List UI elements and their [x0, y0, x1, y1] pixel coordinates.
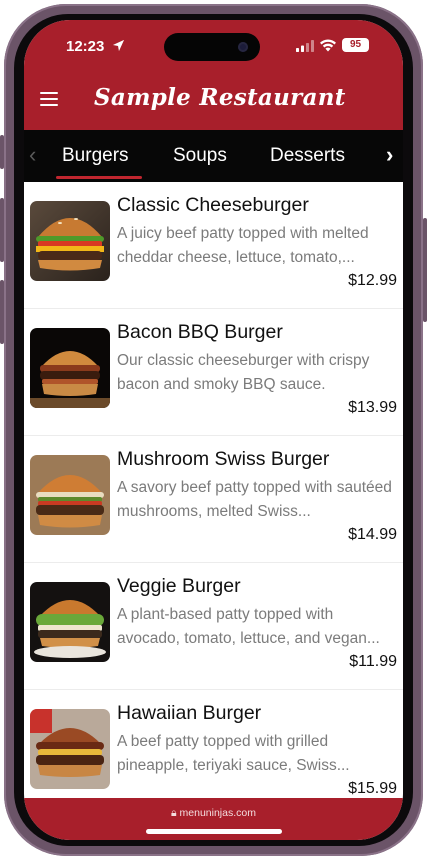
restaurant-title: Sample Restaurant: [94, 84, 346, 111]
burger-photo: [30, 455, 110, 535]
item-description: A juicy beef patty topped with melted ch…: [117, 225, 369, 266]
item-price: $12.99: [348, 272, 397, 289]
active-tab-indicator: [56, 176, 142, 179]
browser-url-bar: 🔒︎ menuninjas.com: [24, 798, 403, 840]
url-text: menuninjas.com: [179, 807, 256, 819]
lock-icon: 🔒︎: [171, 807, 177, 819]
app-header: 12:23 95 Sample Restaurant: [24, 20, 403, 130]
home-indicator[interactable]: [146, 829, 282, 834]
hamburger-menu-icon[interactable]: [40, 92, 58, 106]
item-price: $11.99: [349, 653, 397, 670]
item-name: Mushroom Swiss Burger: [117, 448, 330, 470]
tab-burgers[interactable]: Burgers: [62, 145, 129, 167]
menu-item[interactable]: Veggie Burger A plant-based patty topped…: [24, 563, 403, 690]
camera-icon: [238, 42, 248, 52]
dynamic-island: [164, 33, 260, 61]
item-description: A savory beef patty topped with sautéed …: [117, 479, 392, 520]
status-time: 12:23: [66, 38, 105, 55]
menu-item[interactable]: Bacon BBQ Burger Our classic cheeseburge…: [24, 309, 403, 436]
item-price: $13.99: [348, 399, 397, 416]
burger-photo: [30, 709, 110, 789]
item-name: Hawaiian Burger: [117, 702, 262, 724]
burger-photo: [30, 582, 110, 662]
item-description: Our classic cheeseburger with crispy bac…: [117, 352, 370, 393]
cellular-signal-icon: [296, 40, 314, 52]
phone-side-button: [0, 198, 4, 262]
item-description: A plant-based patty topped with avocado,…: [117, 606, 380, 647]
menu-item[interactable]: Mushroom Swiss Burger A savory beef patt…: [24, 436, 403, 563]
chevron-right-icon[interactable]: ›: [386, 142, 393, 168]
phone-side-button: [0, 135, 4, 169]
wifi-icon: [320, 39, 336, 52]
chevron-left-icon[interactable]: ‹: [29, 142, 36, 168]
category-tabs: ‹ Burgers Soups Desserts ›: [24, 130, 403, 182]
item-name: Bacon BBQ Burger: [117, 321, 283, 343]
item-name: Classic Cheeseburger: [117, 194, 309, 216]
battery-indicator: 95: [342, 38, 369, 52]
burger-photo: [30, 201, 110, 281]
tab-soups[interactable]: Soups: [173, 145, 227, 167]
menu-item[interactable]: Classic Cheeseburger A juicy beef patty …: [24, 182, 403, 309]
menu-item-list: Classic Cheeseburger A juicy beef patty …: [24, 182, 403, 817]
item-description: A beef patty topped with grilled pineapp…: [117, 733, 350, 774]
item-price: $15.99: [348, 780, 397, 797]
item-price: $14.99: [348, 526, 397, 543]
phone-side-button: [423, 218, 427, 322]
phone-side-button: [0, 280, 4, 344]
url-display[interactable]: 🔒︎ menuninjas.com: [24, 807, 403, 820]
phone-screen: 12:23 95 Sample Restaurant ‹ Burgers Sou…: [24, 20, 403, 840]
tab-desserts[interactable]: Desserts: [270, 145, 345, 167]
location-arrow-icon: [112, 39, 125, 52]
item-name: Veggie Burger: [117, 575, 241, 597]
burger-photo: [30, 328, 110, 408]
